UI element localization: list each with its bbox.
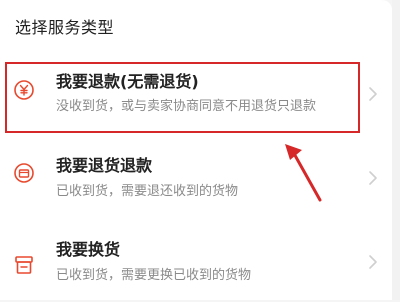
service-type-card: 选择服务类型 我要退款(无需退货) 没收到货，或与卖家协商同意不用退货只退款 我… bbox=[0, 0, 392, 300]
chevron-right-icon bbox=[369, 255, 377, 269]
chevron-right-icon bbox=[369, 87, 377, 101]
page-title: 选择服务类型 bbox=[15, 18, 115, 37]
option-subtitle: 已收到货，需要退还收到的货物 bbox=[56, 184, 239, 199]
option-title: 我要退货退款 bbox=[56, 156, 153, 175]
return-box-icon bbox=[14, 163, 34, 183]
option-refund-only[interactable]: 我要退款(无需退货) 没收到货，或与卖家协商同意不用退货只退款 bbox=[0, 60, 392, 140]
option-return-refund[interactable]: 我要退货退款 已收到货，需要退还收到的货物 bbox=[0, 140, 392, 220]
annotation-arrow-icon bbox=[285, 144, 322, 202]
page-background-strip bbox=[392, 0, 400, 300]
exchange-box-icon bbox=[15, 256, 33, 274]
option-title: 我要换货 bbox=[56, 240, 121, 259]
option-title: 我要退款(无需退货) bbox=[56, 72, 199, 91]
option-exchange[interactable]: 我要换货 已收到货，需要更换已收到的货物 bbox=[0, 222, 392, 302]
chevron-right-icon bbox=[369, 171, 377, 185]
option-subtitle: 已收到货，需要更换已收到的货物 bbox=[56, 268, 252, 283]
option-subtitle: 没收到货，或与卖家协商同意不用退货只退款 bbox=[56, 99, 317, 114]
refund-coin-icon bbox=[14, 80, 34, 100]
